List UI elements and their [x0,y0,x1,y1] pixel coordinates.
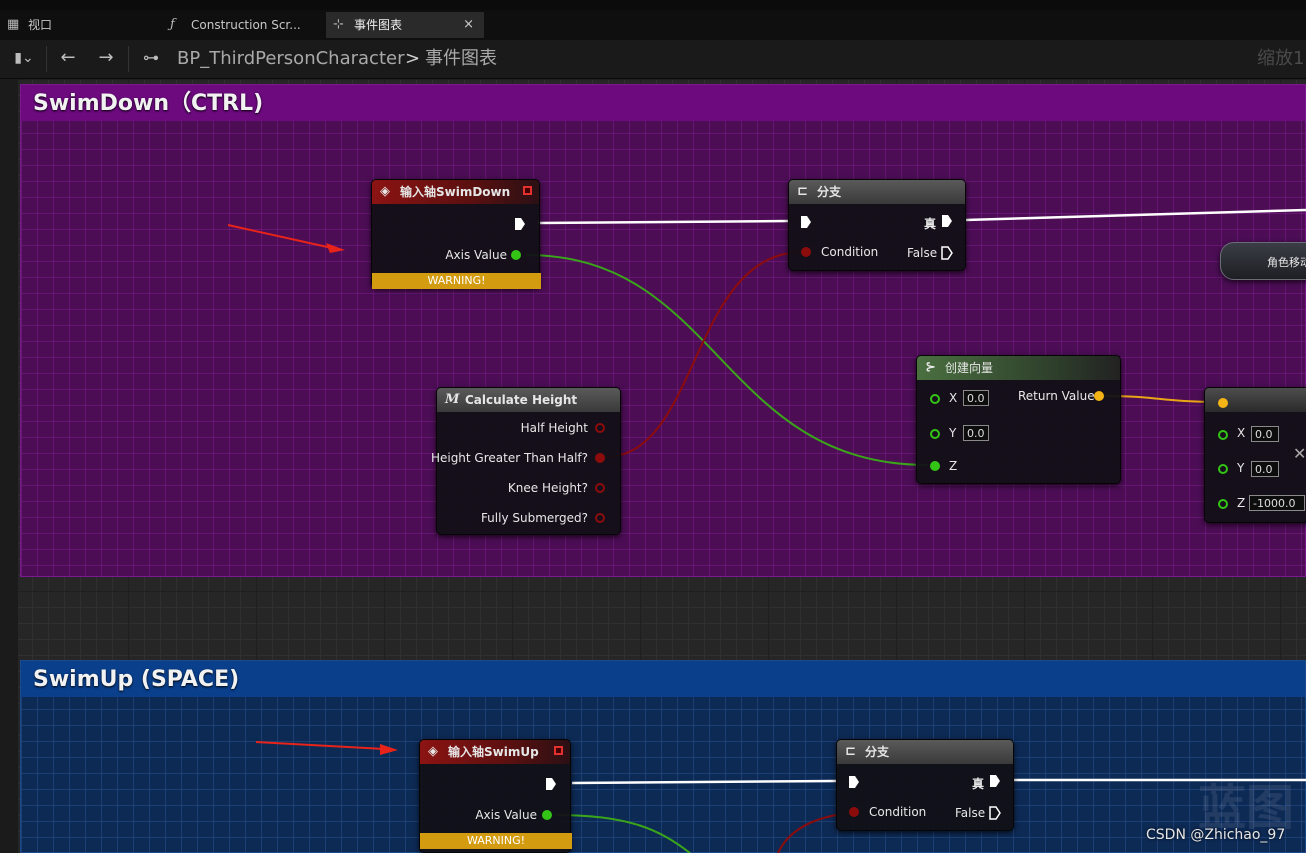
macro-icon: M [445,392,460,407]
float-in-pin[interactable] [930,394,940,404]
float-in-pin[interactable] [1218,464,1228,474]
float-in-pin[interactable] [930,461,940,471]
pin-label: Return Value [1018,389,1095,403]
pin-label: Height Greater Than Half? [430,451,588,465]
node-title: ⊱ 创建向量 [917,356,1120,380]
pin-label: Knee Height? [507,481,588,495]
branch-node[interactable]: ⊏ 分支 真 Condition False [836,739,1014,831]
pin-label: Axis Value [445,248,507,262]
bool-wire[interactable] [777,814,837,853]
pin-label: False [955,806,986,820]
exec-out-pin[interactable] [514,217,526,231]
pin-label: False [907,246,938,260]
float-out-pin[interactable] [595,423,605,433]
node-title: 角色移动 [1267,256,1306,269]
bool-in-pin[interactable] [801,247,811,257]
bool-out-pin[interactable] [595,483,605,493]
pin-label: 真 [972,777,985,791]
y-value-input[interactable]: 0.0 [1251,461,1279,477]
exec-in-pin[interactable] [848,775,860,789]
z-value-input[interactable]: -1000.0 [1249,495,1305,511]
pin-label: Y [949,426,957,440]
vector-in-pin[interactable] [1218,398,1228,408]
error-icon [554,746,563,755]
exec-false-pin[interactable] [989,806,1001,820]
node-title: ◈ 输入轴SwimDown [372,180,539,204]
y-value-input[interactable]: 0.0 [963,425,989,441]
input-axis-icon: ◈ [428,744,438,759]
function-icon: ⊱ [925,360,936,375]
annotation-arrow [255,741,398,755]
pin-label: Fully Submerged? [480,511,588,525]
vector-input-node[interactable]: X 0.0 ✕ Y 0.0 Z -1000.0 [1204,387,1306,523]
warning-banner: WARNING! [420,833,572,849]
exec-true-pin[interactable] [989,774,1001,788]
node-title: ◈ 输入轴SwimUp [420,740,570,764]
exec-wire[interactable] [537,219,789,225]
close-icon[interactable]: ✕ [1293,444,1306,463]
pin-label: Half Height [520,421,588,435]
exec-out-pin[interactable] [545,777,557,791]
vector-out-pin[interactable] [1094,391,1104,401]
bool-out-pin[interactable] [595,453,605,463]
input-axis-swimup-node[interactable]: ◈ 输入轴SwimUp Axis Value WARNING! [419,739,572,853]
float-out-pin[interactable] [542,810,552,820]
exec-wire[interactable] [571,779,837,785]
pin-label: Condition [869,805,927,819]
pin-label: X [1237,426,1246,440]
pin-label: Z [949,459,958,473]
csdn-watermark: CSDN @Zhichao_97 [1146,827,1286,843]
input-axis-swimdown-node[interactable]: ◈ 输入轴SwimDown Axis Value WARNING! [371,179,541,289]
node-title: M Calculate Height [437,388,620,412]
exec-false-pin[interactable] [941,246,953,260]
bool-in-pin[interactable] [849,807,859,817]
float-in-pin[interactable] [1218,499,1228,509]
pin-label: 真 [924,217,937,231]
pin-label: X [949,391,958,405]
branch-node[interactable]: ⊏ 分支 真 Condition False [788,179,966,271]
node-title: ⊏ 分支 [789,180,965,204]
float-out-pin[interactable] [511,250,521,260]
node-title: ⊏ 分支 [837,740,1013,764]
x-value-input[interactable]: 0.0 [963,390,989,406]
exec-wire[interactable] [964,208,1306,222]
annotation-arrow [227,224,345,253]
branch-icon: ⊏ [845,744,856,759]
float-in-pin[interactable] [1218,430,1228,440]
x-value-input[interactable]: 0.0 [1251,426,1279,442]
character-movement-node[interactable]: 角色移动 [1220,242,1306,280]
branch-icon: ⊏ [797,184,808,199]
input-axis-icon: ◈ [380,184,390,199]
pin-label: Y [1237,461,1245,475]
float-wire[interactable] [555,814,691,853]
exec-in-pin[interactable] [800,215,812,229]
pin-label: Z [1237,496,1246,510]
make-vector-node[interactable]: ⊱ 创建向量 X 0.0 Return Value Y 0.0 Z [916,355,1121,484]
pin-label: Axis Value [475,808,537,822]
calculate-height-node[interactable]: M Calculate Height Half Height Height Gr… [431,387,621,535]
exec-true-pin[interactable] [941,214,953,228]
bool-out-pin[interactable] [595,513,605,523]
float-in-pin[interactable] [930,429,940,439]
pin-label: Condition [821,245,879,259]
warning-banner: WARNING! [372,273,541,289]
error-icon [523,186,532,195]
